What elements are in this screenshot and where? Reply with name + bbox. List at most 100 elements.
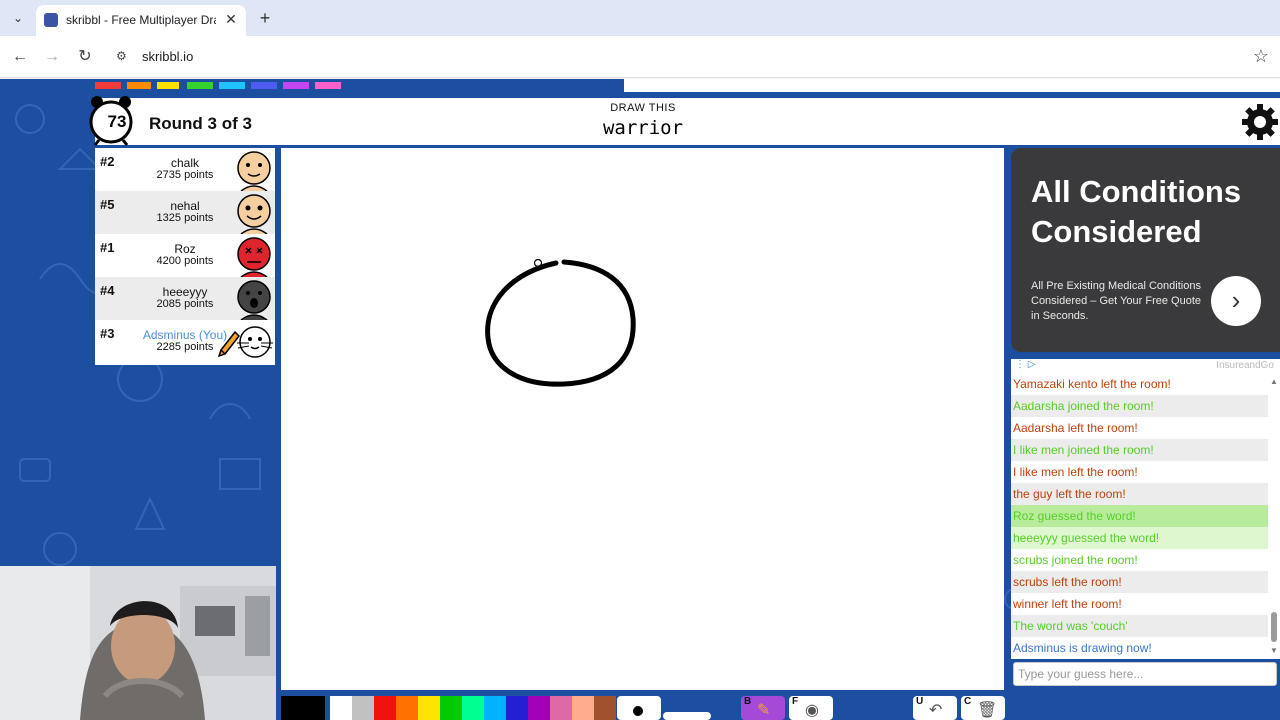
ad-choices-icon[interactable]: ⋮ ▷ [1015,359,1035,370]
color-swatch[interactable] [462,696,484,720]
brush-tool-button[interactable]: B ✎ [741,696,785,720]
clear-button[interactable]: C 🗑 [961,696,1005,720]
color-swatch[interactable] [572,696,594,720]
ad-brand: InsureandGo [1216,360,1274,371]
skribbl-logo [95,79,375,89]
fill-bucket-icon: ◉ [805,702,819,719]
chat-message: The word was 'couch' [1011,615,1268,637]
chat-message: winner left the room! [1013,597,1122,611]
color-swatch[interactable] [418,696,440,720]
brush-size-dot [633,706,643,716]
current-color-swatch[interactable] [281,696,325,720]
avatar [237,280,271,320]
fill-tool-button[interactable]: F ◉ [789,696,833,720]
player-points: 1325 points [156,212,214,224]
drawing-canvas[interactable] [281,148,1004,690]
chat-message: heeeyyy guessed the word! [1011,527,1268,549]
skribbl-page: 73 Round 3 of 3 DRAW THIS warrior #2 cha… [0,79,1280,720]
tool-key: F [792,696,799,707]
chat-message: Adsminus is drawing now! [1013,641,1152,655]
player-list: #2 chalk 2735 points #5 nehal 1325 point… [95,148,275,365]
chevron-right-icon[interactable]: › [1211,276,1261,326]
scroll-down-icon[interactable]: ▼ [1269,646,1279,656]
color-swatch[interactable] [440,696,462,720]
forward-icon[interactable]: → [40,45,64,69]
player-rank: #3 [100,326,115,341]
word-to-draw: warrior [602,117,684,139]
ad-body: All Pre Existing Medical Conditions Cons… [1031,280,1201,322]
chat-message: Yamazaki kento left the room! [1013,377,1171,391]
ad-headline: All Conditions Considered [1031,174,1242,249]
player-row[interactable]: #1 Roz 4200 points [95,234,275,277]
star-icon[interactable]: ☆ [1250,45,1272,67]
player-points: 2735 points [156,169,214,181]
color-swatch[interactable] [594,696,616,720]
top-ad-banner [624,79,1280,92]
player-name: Roz [174,242,196,256]
player-rank: #1 [100,240,115,255]
webcam-overlay [0,566,276,720]
webcam-person [0,566,276,720]
round-indicator: Round 3 of 3 [149,114,252,133]
browser-toolbar: ← → ↻ ⚙ skribbl.io ☆ [0,36,1280,78]
player-rank: #5 [100,197,115,212]
address-bar[interactable]: skribbl.io [142,49,193,64]
chat-message: I like men left the room! [1013,465,1138,479]
chat-message: I like men joined the room! [1011,439,1268,461]
game-header: 73 Round 3 of 3 DRAW THIS warrior [89,96,1280,146]
plus-icon[interactable]: + [254,7,276,29]
tab-dropdown-icon[interactable]: ⌄ [6,7,30,29]
color-palette [330,696,616,720]
chat-message: Aadarsha joined the room! [1011,395,1268,417]
back-icon[interactable]: ← [8,45,32,69]
player-row[interactable]: #2 chalk 2735 points [95,148,275,191]
player-rank: #2 [100,154,115,169]
ad-banner[interactable]: All Conditions Considered All Pre Existi… [1011,148,1280,352]
guess-input[interactable] [1013,662,1277,686]
scroll-up-icon[interactable]: ▲ [1269,377,1279,387]
brush-size-option[interactable] [663,712,711,720]
tool-key: U [916,696,924,707]
drawn-circle [485,258,636,387]
pencil-icon [217,330,240,358]
color-swatch[interactable] [528,696,550,720]
trash-icon: 🗑 [977,702,998,719]
timer-value: 73 [107,112,127,131]
tab-title: skribbl - Free Multiplayer Drawing [66,13,216,27]
player-row[interactable]: #5 nehal 1325 points [95,191,275,234]
player-points: 2085 points [156,298,214,310]
gear-icon[interactable] [1241,103,1279,141]
player-row[interactable]: #3 Adsminus (You) 2285 points [95,320,275,363]
browser-tab[interactable]: skribbl - Free Multiplayer Drawing ✕ [36,5,246,36]
site-info-icon[interactable]: ⚙ [116,49,130,63]
chat-scrollbar[interactable] [1271,612,1277,642]
ad-footer: ⋮ ▷ InsureandGo [1011,359,1280,373]
pencil-icon: ✎ [757,702,771,719]
brush-size-selector[interactable] [617,696,661,720]
color-swatch[interactable] [506,696,528,720]
chat-message: the guy left the room! [1011,483,1268,505]
chat-message: Roz guessed the word! [1011,505,1268,527]
player-points: 4200 points [156,255,214,267]
browser-tab-bar: ⌄ skribbl - Free Multiplayer Drawing ✕ + [0,0,1280,36]
chat-message: Aadarsha left the room! [1013,421,1138,435]
player-name: nehal [170,199,200,213]
player-rank: #4 [100,283,115,298]
tool-key: B [744,696,752,707]
undo-button[interactable]: U ↶ [913,696,957,720]
color-swatch[interactable] [374,696,396,720]
avatar [237,151,271,191]
player-name: chalk [170,156,199,170]
color-swatch[interactable] [550,696,572,720]
avatar [237,194,271,234]
chat-message: scrubs left the room! [1011,571,1268,593]
player-row[interactable]: #4 heeeyyy 2085 points [95,277,275,320]
player-name: heeeyyy [162,285,208,299]
color-swatch[interactable] [396,696,418,720]
reload-icon[interactable]: ↻ [73,45,97,69]
close-icon[interactable]: ✕ [222,10,240,28]
color-swatch[interactable] [352,696,374,720]
color-swatch[interactable] [484,696,506,720]
color-swatch[interactable] [330,696,352,720]
chat-log: Yamazaki kento left the room! Aadarsha j… [1011,373,1280,659]
